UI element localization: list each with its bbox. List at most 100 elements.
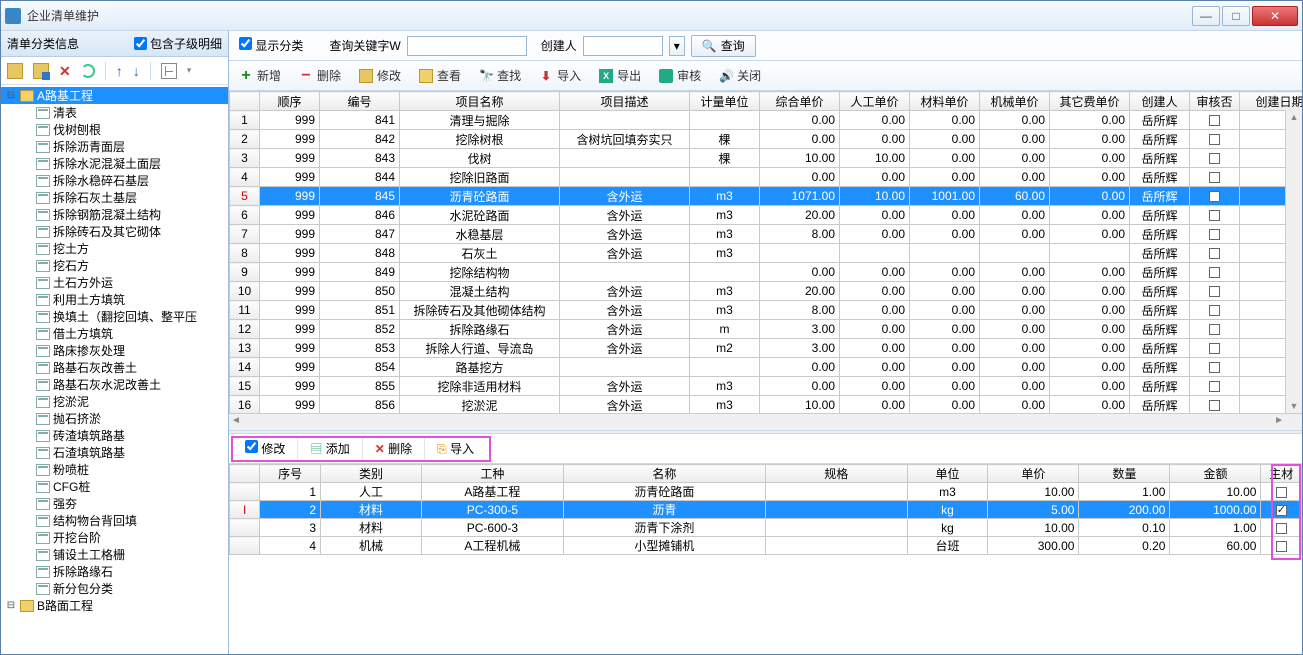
tree-item[interactable]: 结构物台背回填: [1, 512, 228, 529]
col-header[interactable]: 序号: [260, 465, 321, 483]
audit-checkbox[interactable]: [1209, 362, 1220, 373]
main-material-checkbox[interactable]: [1276, 523, 1287, 534]
col-header[interactable]: 项目描述: [560, 92, 690, 111]
tree-root-b[interactable]: ⊟ B路面工程: [1, 597, 228, 614]
sub-grid[interactable]: 序号类别工种名称规格单位单价数量金额主材1人工A路基工程沥青砼路面m310.00…: [229, 464, 1302, 555]
audit-checkbox[interactable]: [1209, 172, 1220, 183]
col-header[interactable]: 创建日期: [1240, 92, 1303, 111]
close-button-tb[interactable]: 🔊关闭: [719, 67, 761, 84]
tree-item[interactable]: 砖渣填筑路基: [1, 427, 228, 444]
table-row[interactable]: 7999847水稳基层含外运m38.000.000.000.000.00岳所辉: [230, 225, 1303, 244]
tree-root-a[interactable]: ⊟ A路基工程: [1, 87, 228, 104]
main-hscrollbar[interactable]: [229, 413, 1302, 430]
new-folder-icon[interactable]: [7, 63, 23, 79]
tree-item[interactable]: 利用土方填筑: [1, 291, 228, 308]
col-header[interactable]: 材料单价: [910, 92, 980, 111]
main-vscrollbar[interactable]: [1285, 110, 1302, 413]
col-header[interactable]: 类别: [321, 465, 422, 483]
table-row[interactable]: 15999855挖除非适用材料含外运m30.000.000.000.000.00…: [230, 377, 1303, 396]
audit-checkbox[interactable]: [1209, 229, 1220, 240]
tree-item[interactable]: 开挖台阶: [1, 529, 228, 546]
table-row[interactable]: 6999846水泥砼路面含外运m320.000.000.000.000.00岳所…: [230, 206, 1303, 225]
main-grid[interactable]: 顺序编号项目名称项目描述计量单位综合单价人工单价材料单价机械单价其它费单价创建人…: [229, 91, 1302, 413]
dropdown-icon[interactable]: ▾: [669, 36, 685, 56]
modify-button[interactable]: 修改: [359, 67, 401, 84]
main-material-checkbox[interactable]: [1276, 505, 1287, 516]
category-tree[interactable]: ⊟ A路基工程 清表伐树刨根拆除沥青面层拆除水泥混凝土面层拆除水稳碎石基层拆除石…: [1, 85, 228, 654]
find-button[interactable]: 🔭查找: [479, 67, 521, 84]
audit-checkbox[interactable]: [1209, 343, 1220, 354]
tree-item[interactable]: 路基石灰水泥改善土: [1, 376, 228, 393]
add-button[interactable]: +新增: [239, 67, 281, 84]
tree-item[interactable]: 强夯: [1, 495, 228, 512]
export-button[interactable]: X导出: [599, 67, 641, 84]
sub-delete-button[interactable]: ✕ 删除: [365, 437, 422, 460]
col-header[interactable]: 审核否: [1190, 92, 1240, 111]
refresh-icon[interactable]: [81, 64, 95, 78]
audit-button[interactable]: 审核: [659, 67, 701, 84]
tree-item[interactable]: 挖淤泥: [1, 393, 228, 410]
tree-item[interactable]: 伐树刨根: [1, 121, 228, 138]
view-button[interactable]: 查看: [419, 67, 461, 84]
col-header[interactable]: 规格: [765, 465, 907, 483]
close-button[interactable]: ✕: [1252, 6, 1298, 26]
tree-item[interactable]: 拆除石灰土基层: [1, 189, 228, 206]
tree-item[interactable]: 拆除路缘石: [1, 563, 228, 580]
audit-checkbox[interactable]: [1209, 210, 1220, 221]
col-header[interactable]: 创建人: [1130, 92, 1190, 111]
col-header[interactable]: 数量: [1079, 465, 1170, 483]
table-row[interactable]: 5999845沥青砼路面含外运m31071.0010.001001.0060.0…: [230, 187, 1303, 206]
col-header[interactable]: 计量单位: [690, 92, 760, 111]
col-header[interactable]: 其它费单价: [1050, 92, 1130, 111]
import-button[interactable]: ⬇导入: [539, 67, 581, 84]
tree-item[interactable]: 粉喷桩: [1, 461, 228, 478]
audit-checkbox[interactable]: [1209, 248, 1220, 259]
table-row[interactable]: 11999851拆除砖石及其他砌体结构含外运m38.000.000.000.00…: [230, 301, 1303, 320]
edit-folder-icon[interactable]: [33, 63, 49, 79]
audit-checkbox[interactable]: [1209, 267, 1220, 278]
delete-icon[interactable]: ✕: [59, 64, 71, 78]
tree-item[interactable]: CFG桩: [1, 478, 228, 495]
table-row[interactable]: 8999848石灰土含外运m3岳所辉: [230, 244, 1303, 263]
table-row[interactable]: 9999849挖除结构物0.000.000.000.000.00岳所辉: [230, 263, 1303, 282]
tree-item[interactable]: 挖石方: [1, 257, 228, 274]
include-children-checkbox[interactable]: 包含子级明细: [134, 35, 222, 52]
col-header[interactable]: 金额: [1170, 465, 1261, 483]
delete-button[interactable]: −删除: [299, 67, 341, 84]
audit-checkbox[interactable]: [1209, 115, 1220, 126]
table-row[interactable]: 3999843伐树棵10.0010.000.000.000.00岳所辉: [230, 149, 1303, 168]
col-header[interactable]: 综合单价: [760, 92, 840, 111]
table-row[interactable]: 1999841清理与掘除0.000.000.000.000.00岳所辉: [230, 111, 1303, 130]
col-header[interactable]: 名称: [563, 465, 765, 483]
tree-item[interactable]: 抛石挤淤: [1, 410, 228, 427]
move-down-icon[interactable]: ↓: [133, 64, 140, 78]
table-row[interactable]: 16999856挖淤泥含外运m310.000.000.000.000.00岳所辉: [230, 396, 1303, 414]
col-header[interactable]: 编号: [320, 92, 400, 111]
col-header[interactable]: 机械单价: [980, 92, 1050, 111]
tree-item[interactable]: 新分包分类: [1, 580, 228, 597]
sub-modify-button[interactable]: 修改: [235, 437, 295, 460]
audit-checkbox[interactable]: [1209, 134, 1220, 145]
audit-checkbox[interactable]: [1209, 324, 1220, 335]
tree-item[interactable]: 挖土方: [1, 240, 228, 257]
tree-item[interactable]: 拆除水稳碎石基层: [1, 172, 228, 189]
move-up-icon[interactable]: ↑: [116, 64, 123, 78]
tree-item[interactable]: 路基石灰改善土: [1, 359, 228, 376]
col-header[interactable]: 主材: [1261, 465, 1302, 483]
audit-checkbox[interactable]: [1209, 153, 1220, 164]
sub-import-button[interactable]: ⎘ 导入: [427, 437, 484, 460]
table-row[interactable]: 1人工A路基工程沥青砼路面m310.001.0010.00: [230, 483, 1302, 501]
audit-checkbox[interactable]: [1209, 305, 1220, 316]
table-row[interactable]: 2999842挖除树根含树坑回填夯实只棵0.000.000.000.000.00…: [230, 130, 1303, 149]
table-row[interactable]: 3材料PC-600-3沥青下涂剂kg10.000.101.00: [230, 519, 1302, 537]
col-header[interactable]: 顺序: [260, 92, 320, 111]
tree-item[interactable]: 换填土（翻挖回填、整平压: [1, 308, 228, 325]
keyword-input[interactable]: [407, 36, 527, 56]
tree-item[interactable]: 拆除沥青面层: [1, 138, 228, 155]
col-header[interactable]: 人工单价: [840, 92, 910, 111]
col-header[interactable]: 项目名称: [400, 92, 560, 111]
sub-add-button[interactable]: ▤ 添加: [300, 437, 359, 460]
table-row[interactable]: 12999852拆除路缘石含外运m3.000.000.000.000.00岳所辉: [230, 320, 1303, 339]
minimize-button[interactable]: —: [1192, 6, 1220, 26]
col-header[interactable]: 工种: [422, 465, 564, 483]
